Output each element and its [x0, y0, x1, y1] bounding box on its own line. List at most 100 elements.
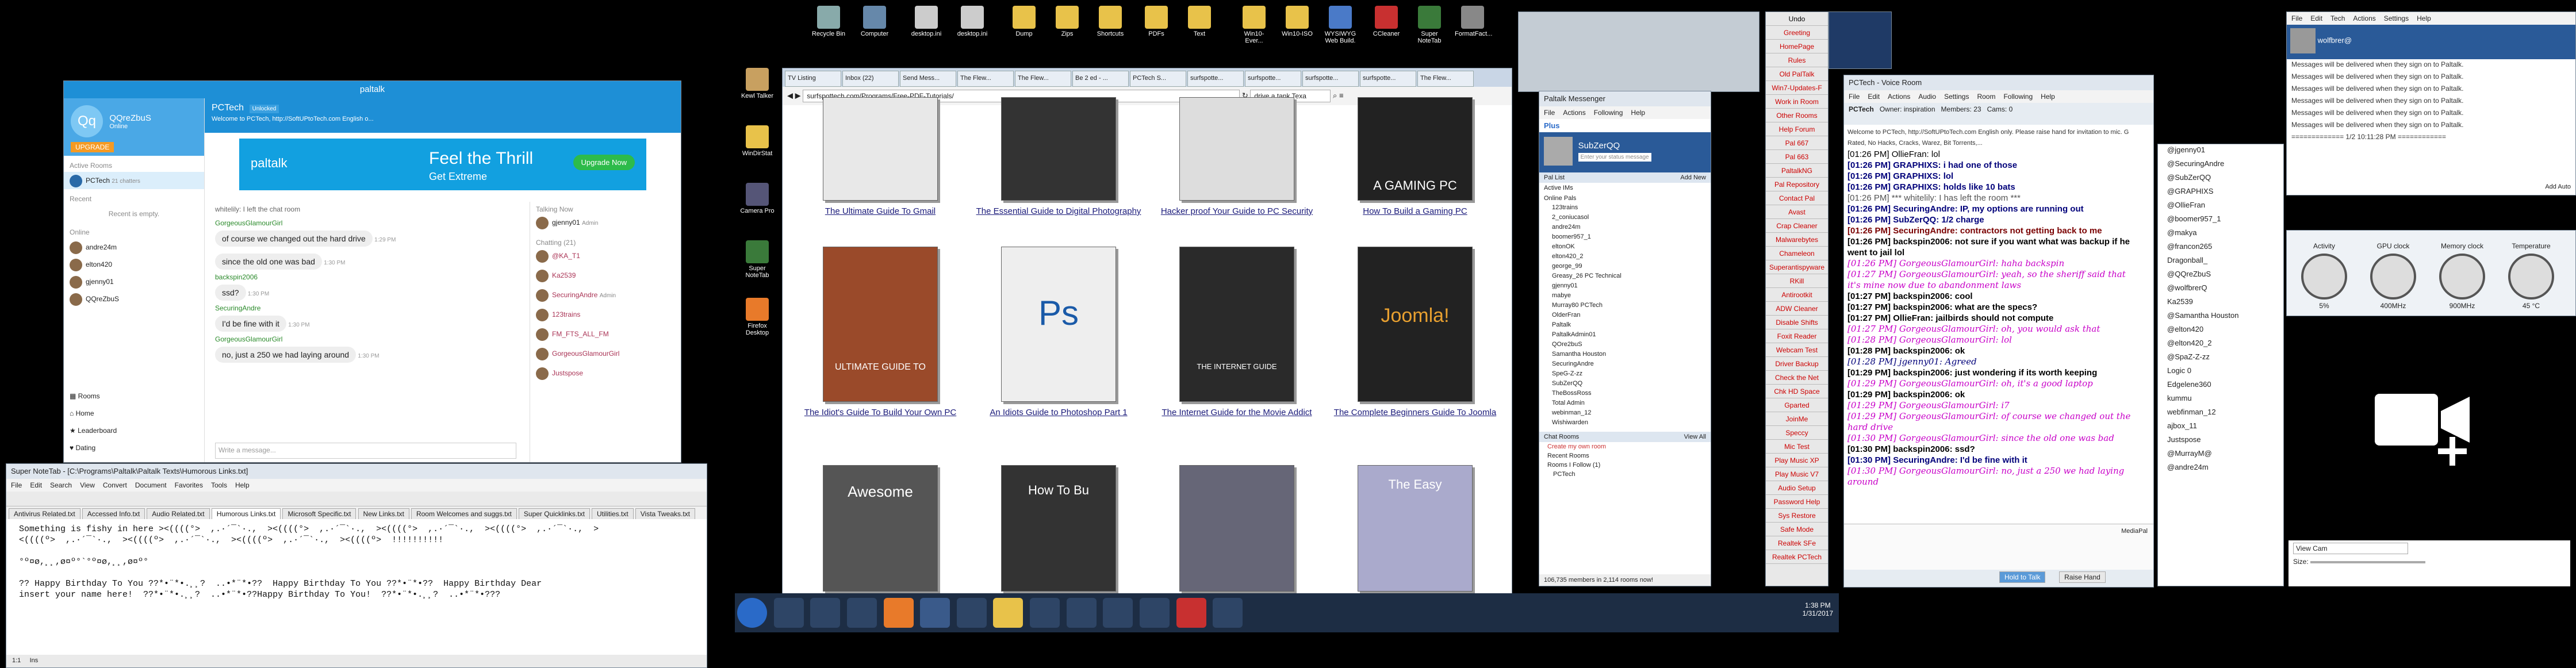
menu-actions[interactable]: Actions — [1888, 93, 1910, 101]
quick-link-button[interactable]: Mic Test — [1766, 440, 1828, 454]
quick-link-button[interactable]: Greeting — [1766, 26, 1828, 40]
pal-item[interactable]: webinman_12 — [1539, 409, 1711, 419]
filezilla-icon[interactable] — [1176, 598, 1206, 628]
quick-link-button[interactable]: Play Music V7 — [1766, 467, 1828, 481]
quick-link-button[interactable]: Realtek PCTech — [1766, 550, 1828, 564]
file-icon[interactable]: desktop.ini — [954, 6, 990, 37]
user-list-item[interactable]: Edgelene360 — [2158, 379, 2283, 393]
quick-link-button[interactable]: Old PalTalk — [1766, 67, 1828, 81]
quick-link-button[interactable]: Play Music XP — [1766, 454, 1828, 467]
quick-link-button[interactable]: Pal 667 — [1766, 136, 1828, 150]
book-link[interactable]: The Complete Beginners Guide To Joomla — [1334, 408, 1496, 417]
taskbar-app-icon[interactable] — [1103, 598, 1133, 628]
folder-icon[interactable]: Text — [1182, 6, 1217, 37]
quick-link-button[interactable]: JoinMe — [1766, 412, 1828, 426]
pal-item[interactable]: QOre2buS — [1539, 340, 1711, 350]
user-list-item[interactable]: @MurrayM@ — [2158, 448, 2283, 462]
user-list-item[interactable]: @SpaZ-Z-zz — [2158, 351, 2283, 365]
pal-item[interactable]: SecuringAndre — [1539, 360, 1711, 370]
quick-link-button[interactable]: Chameleon — [1766, 247, 1828, 260]
book-link[interactable]: The Idiot's Guide To Build Your Own PC — [804, 408, 956, 417]
pal-item[interactable]: gjenny01 — [1539, 282, 1711, 291]
browser-tab[interactable]: The Flew... — [957, 71, 1014, 87]
firefox-icon[interactable] — [883, 598, 914, 628]
user-list-item[interactable]: Justspose — [2158, 434, 2283, 448]
nav-rooms[interactable]: ▦ Rooms — [64, 387, 204, 405]
mediapal-button[interactable]: MediaPal — [2121, 528, 2148, 535]
quick-link-button[interactable]: Disable Shifts — [1766, 316, 1828, 329]
user-list-item[interactable]: ajbox_11 — [2158, 420, 2283, 434]
user-list-item[interactable]: webfinman_12 — [2158, 406, 2283, 420]
user-list-item[interactable]: @elton420 — [2158, 324, 2283, 337]
book-link[interactable]: The Essential Guide to Digital Photograp… — [976, 206, 1141, 216]
recycle-bin-icon[interactable]: Recycle Bin — [811, 6, 846, 37]
quick-link-button[interactable]: Webcam Test — [1766, 343, 1828, 357]
book-item[interactable]: THE INTERNET GUIDE The Internet Guide for… — [1151, 247, 1323, 417]
pal-item[interactable]: Murray80 PCTech — [1539, 301, 1711, 311]
quick-link-button[interactable]: Pal 663 — [1766, 150, 1828, 164]
user-list-item[interactable]: @francon265 — [2158, 241, 2283, 255]
browser-tab[interactable]: PCTech S... — [1130, 71, 1186, 87]
quick-link-button[interactable]: Contact Pal — [1766, 191, 1828, 205]
app-icon[interactable]: WYSIWYG Web Build. — [1322, 6, 1358, 44]
menu-convert[interactable]: Convert — [103, 481, 127, 489]
folder-icon[interactable]: Win10-ISO — [1279, 6, 1315, 37]
pal-item[interactable]: Paltalk — [1539, 321, 1711, 331]
browser-tab[interactable]: The Flew... — [1417, 71, 1474, 87]
nav-leaderboard[interactable]: ★ Leaderboard — [64, 422, 204, 439]
quick-link-button[interactable]: Superantispyware — [1766, 260, 1828, 274]
user-list-item[interactable]: @wolfbrerQ — [2158, 282, 2283, 296]
folder-icon[interactable]: Dump — [1006, 6, 1042, 37]
menu-actions[interactable]: Actions — [2353, 14, 2375, 22]
avatar[interactable]: Qq — [71, 105, 103, 137]
user-list-item[interactable]: @GRAPHIXS — [2158, 186, 2283, 199]
file-icon[interactable]: desktop.ini — [908, 6, 944, 37]
browser-tab[interactable]: Inbox (22) — [842, 71, 899, 87]
start-button[interactable] — [737, 598, 767, 628]
recent-rooms-group[interactable]: Recent Rooms — [1539, 451, 1711, 460]
tab-file[interactable]: Vista Tweaks.txt — [635, 508, 696, 519]
notetab-editor[interactable]: Something is fishy in here ><((((°> ,.·´… — [6, 519, 707, 605]
list-item[interactable]: 123trains — [536, 305, 675, 325]
book-item[interactable]: Ps An Idiots Guide to Photoshop Part 1 — [972, 247, 1145, 417]
quick-link-button[interactable]: Audio Setup — [1766, 481, 1828, 495]
hold-to-talk-button[interactable]: Hold to Talk — [1999, 571, 2046, 583]
user-list-item[interactable]: @Samantha Houston — [2158, 310, 2283, 324]
quick-link-button[interactable]: Win7-Updates-F — [1766, 81, 1828, 95]
book-link[interactable]: Hacker proof Your Guide to PC Security — [1161, 206, 1313, 216]
add-auto-button[interactable]: Add Auto — [2545, 183, 2571, 190]
taskbar-app-icon[interactable] — [1030, 598, 1060, 628]
menu-edit[interactable]: Edit — [30, 481, 42, 489]
tab-file[interactable]: Microsoft Specific.txt — [282, 508, 356, 519]
menu-document[interactable]: Document — [135, 481, 167, 489]
upgrade-button[interactable]: UPGRADE — [71, 142, 114, 152]
menu-view[interactable]: View — [80, 481, 95, 489]
taskbar-app-icon[interactable] — [846, 598, 877, 628]
menu-help[interactable]: Help — [2041, 93, 2055, 101]
ccleaner-icon[interactable]: CCleaner — [1368, 6, 1404, 37]
user-list-item[interactable]: @QQreZbuS — [2158, 268, 2283, 282]
quick-link-button[interactable]: Help Forum — [1766, 122, 1828, 136]
avatar[interactable] — [1544, 137, 1573, 166]
book-item[interactable]: How To Bu — [972, 465, 1145, 596]
quick-link-button[interactable]: Crap Cleaner — [1766, 219, 1828, 233]
browser-tab[interactable]: TV Listing — [785, 71, 841, 87]
list-item[interactable]: GorgeousGlamourGirl — [536, 344, 675, 364]
browser-tab[interactable]: surfspotte... — [1302, 71, 1359, 87]
pal-item[interactable]: SubZerQQ — [1539, 379, 1711, 389]
list-item[interactable]: Ka2539 — [536, 266, 675, 286]
list-item[interactable]: FM_FTS_ALL_FM — [536, 325, 675, 344]
pal-item[interactable]: eltonOK — [1539, 243, 1711, 252]
compose-input[interactable]: Write a message... — [215, 443, 516, 459]
list-item[interactable]: Justspose — [536, 364, 675, 383]
quick-link-button[interactable]: Pal Repository — [1766, 178, 1828, 191]
book-item[interactable]: The Easy — [1329, 465, 1501, 596]
user-list-item[interactable]: @jgenny01 — [2158, 144, 2283, 158]
quick-link-button[interactable]: Speccy — [1766, 426, 1828, 440]
menu-settings[interactable]: Settings — [2384, 14, 2409, 22]
tab-file[interactable]: Antivirus Related.txt — [9, 508, 80, 519]
pal-item[interactable]: Wishiwarden — [1539, 419, 1711, 428]
menu-actions[interactable]: Actions — [1563, 109, 1585, 117]
menu-settings[interactable]: Settings — [1944, 93, 1969, 101]
pal-item[interactable]: elton420_2 — [1539, 252, 1711, 262]
